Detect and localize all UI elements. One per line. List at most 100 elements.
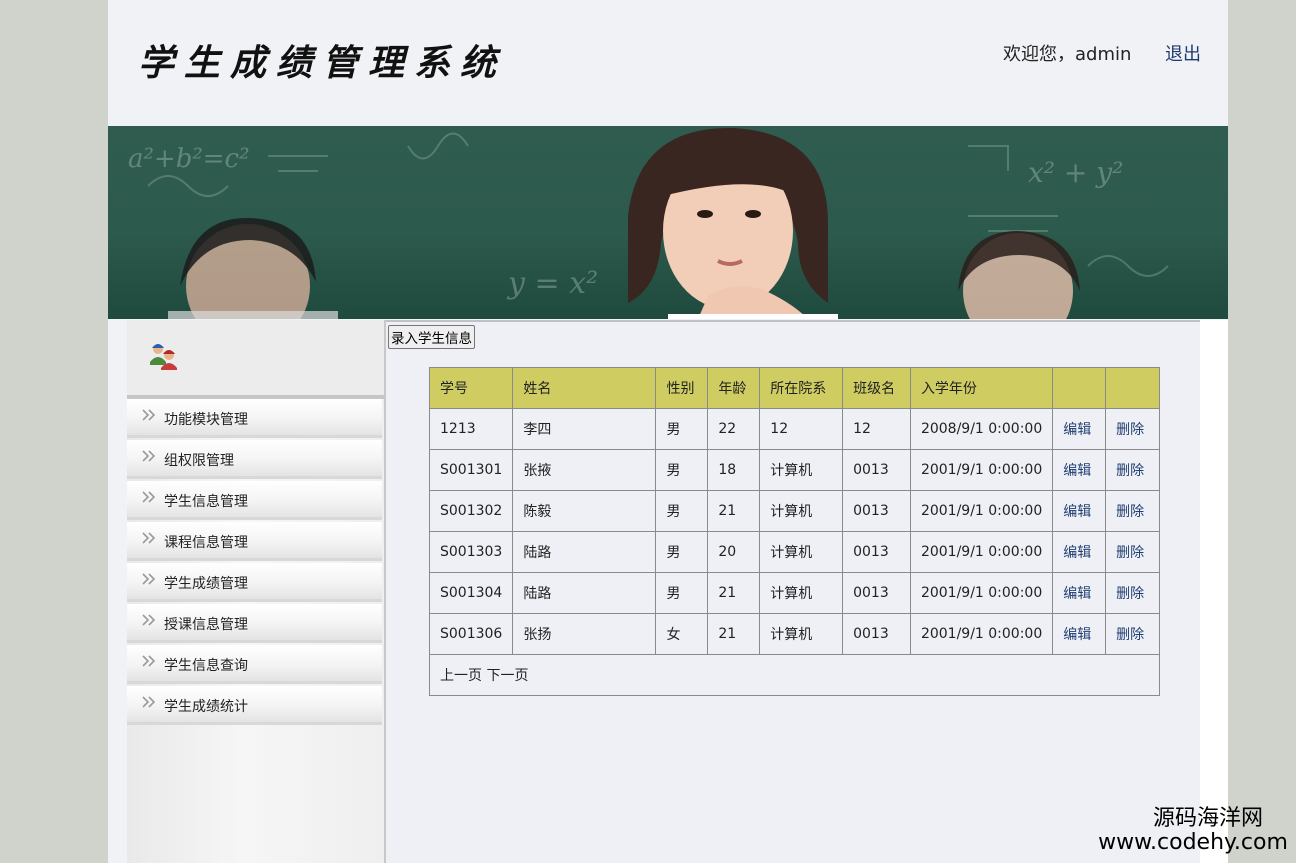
cell-class: 12 <box>842 408 911 450</box>
delete-link[interactable]: 删除 <box>1116 463 1144 479</box>
edit-cell: 编辑 <box>1052 572 1107 614</box>
table-row: S001303 陆路 男 20 计算机 0013 2001/9/1 0:00:0… <box>428 531 1160 573</box>
sidebar-item-grade-management[interactable]: 学生成绩管理 <box>127 563 382 602</box>
edit-link[interactable]: 编辑 <box>1063 545 1091 561</box>
edit-link[interactable]: 编辑 <box>1063 586 1091 602</box>
cell-department: 12 <box>759 408 844 450</box>
cell-student-id: 1213 <box>428 408 514 450</box>
delete-link[interactable]: 删除 <box>1116 545 1144 561</box>
cell-age: 21 <box>707 490 761 532</box>
cell-student-id: S001306 <box>428 613 514 655</box>
double-chevron-icon <box>142 409 156 421</box>
edit-link[interactable]: 编辑 <box>1063 422 1091 438</box>
watermark-url: www.codehy.com <box>1098 830 1288 855</box>
delete-link[interactable]: 删除 <box>1116 504 1144 520</box>
cell-class: 0013 <box>842 490 911 532</box>
edit-cell: 编辑 <box>1052 490 1107 532</box>
double-chevron-icon <box>142 614 156 626</box>
edit-cell: 编辑 <box>1052 449 1107 491</box>
cell-name: 李四 <box>512 408 657 450</box>
cell-enroll-date: 2001/9/1 0:00:00 <box>909 490 1054 532</box>
add-student-button[interactable]: 录入学生信息 <box>388 325 475 349</box>
delete-link[interactable]: 删除 <box>1116 422 1144 438</box>
double-chevron-icon <box>142 532 156 544</box>
delete-cell: 删除 <box>1105 449 1160 491</box>
column-header: 学号 <box>428 367 514 409</box>
edit-cell: 编辑 <box>1052 531 1107 573</box>
cell-student-id: S001301 <box>428 449 514 491</box>
edit-link[interactable]: 编辑 <box>1063 463 1091 479</box>
table-header-row: 学号 姓名 性别 年龄 所在院系 班级名 入学年份 <box>428 367 1160 409</box>
cell-enroll-date: 2001/9/1 0:00:00 <box>909 531 1054 573</box>
cell-age: 21 <box>707 613 761 655</box>
column-header: 年龄 <box>707 367 761 409</box>
column-header: 性别 <box>655 367 709 409</box>
pager-cell: 上一页 下一页 <box>429 654 1160 696</box>
logout-link[interactable]: 退出 <box>1165 40 1201 66</box>
header: 学生成绩管理系统 欢迎您，admin 退出 <box>108 0 1228 126</box>
double-chevron-icon <box>142 696 156 708</box>
table-row: S001301 张掖 男 18 计算机 0013 2001/9/1 0:00:0… <box>428 449 1160 491</box>
cell-department: 计算机 <box>759 531 844 573</box>
sidebar-item-label: 学生信息查询 <box>164 658 248 674</box>
column-header: 班级名 <box>842 367 911 409</box>
cell-name: 陆路 <box>512 572 657 614</box>
table-row: 1213 李四 男 22 12 12 2008/9/1 0:00:00 编辑 删… <box>428 408 1160 450</box>
delete-link[interactable]: 删除 <box>1116 586 1144 602</box>
sidebar-item-group-permissions[interactable]: 组权限管理 <box>127 440 382 479</box>
prev-page-link[interactable]: 上一页 <box>440 668 482 684</box>
student-table: 学号 姓名 性别 年龄 所在院系 班级名 入学年份 1213 李四 男 22 1… <box>428 367 1160 696</box>
cell-gender: 男 <box>655 572 709 614</box>
edit-cell: 编辑 <box>1052 613 1107 655</box>
sidebar-item-student-query[interactable]: 学生信息查询 <box>127 645 382 684</box>
sidebar-item-label: 课程信息管理 <box>164 535 248 551</box>
column-header: 姓名 <box>512 367 657 409</box>
pager-row: 上一页 下一页 <box>429 654 1160 696</box>
table-row: S001302 陈毅 男 21 计算机 0013 2001/9/1 0:00:0… <box>428 490 1160 532</box>
sidebar-item-grade-statistics[interactable]: 学生成绩统计 <box>127 686 382 725</box>
edit-link[interactable]: 编辑 <box>1063 504 1091 520</box>
next-page-link[interactable]: 下一页 <box>486 668 528 684</box>
double-chevron-icon <box>142 573 156 585</box>
students-photo <box>147 127 1169 319</box>
sidebar-item-module-management[interactable]: 功能模块管理 <box>127 399 382 438</box>
sidebar-header <box>127 320 384 399</box>
sidebar-item-teaching-info[interactable]: 授课信息管理 <box>127 604 382 643</box>
sidebar-item-label: 学生成绩统计 <box>164 699 248 715</box>
sidebar-item-label: 授课信息管理 <box>164 617 248 633</box>
sidebar-item-student-info[interactable]: 学生信息管理 <box>127 481 382 520</box>
sidebar-item-course-info[interactable]: 课程信息管理 <box>127 522 382 561</box>
cell-age: 22 <box>707 408 761 450</box>
cell-name: 陈毅 <box>512 490 657 532</box>
watermark: 源码海洋网 www.codehy.com <box>1090 808 1296 854</box>
cell-department: 计算机 <box>759 449 844 491</box>
main-content: 录入学生信息 学号 姓名 性别 年龄 所在院系 班级名 入学年份 1213 李四… <box>386 320 1200 863</box>
cell-enroll-date: 2008/9/1 0:00:00 <box>909 408 1054 450</box>
column-header <box>1105 367 1160 409</box>
right-margin <box>1200 320 1228 863</box>
cell-gender: 女 <box>655 613 709 655</box>
sidebar-item-label: 学生信息管理 <box>164 494 248 510</box>
welcome-text: 欢迎您，admin <box>1003 44 1132 65</box>
cell-student-id: S001302 <box>428 490 514 532</box>
cell-student-id: S001304 <box>428 572 514 614</box>
delete-cell: 删除 <box>1105 572 1160 614</box>
delete-cell: 删除 <box>1105 613 1160 655</box>
table-row: S001306 张扬 女 21 计算机 0013 2001/9/1 0:00:0… <box>428 613 1160 655</box>
sidebar-item-label: 学生成绩管理 <box>164 576 248 592</box>
cell-gender: 男 <box>655 490 709 532</box>
double-chevron-icon <box>142 655 156 667</box>
delete-link[interactable]: 删除 <box>1116 627 1144 643</box>
edit-link[interactable]: 编辑 <box>1063 627 1091 643</box>
column-header <box>1052 367 1107 409</box>
double-chevron-icon <box>142 450 156 462</box>
cell-age: 18 <box>707 449 761 491</box>
table-row: S001304 陆路 男 21 计算机 0013 2001/9/1 0:00:0… <box>428 572 1160 614</box>
cell-enroll-date: 2001/9/1 0:00:00 <box>909 449 1054 491</box>
delete-cell: 删除 <box>1105 490 1160 532</box>
double-chevron-icon <box>142 491 156 503</box>
cell-enroll-date: 2001/9/1 0:00:00 <box>909 613 1054 655</box>
cell-name: 张扬 <box>512 613 657 655</box>
cell-student-id: S001303 <box>428 531 514 573</box>
sidebar: 功能模块管理 组权限管理 学生信息管理 课程信息管理 学生成绩管理 授课信息管理… <box>127 320 386 863</box>
